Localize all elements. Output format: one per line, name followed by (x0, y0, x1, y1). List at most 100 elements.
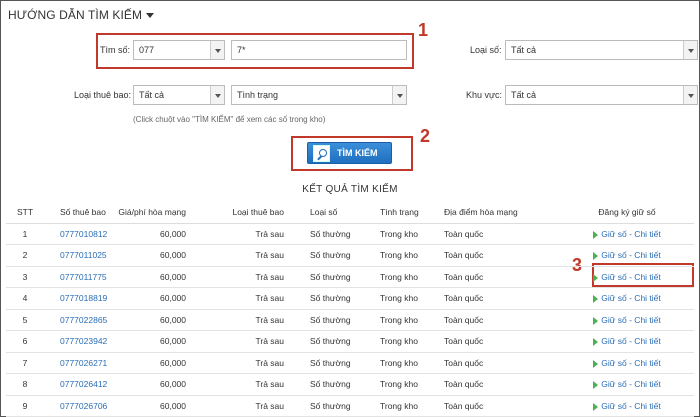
row-number-link[interactable]: 0777011775 (44, 266, 114, 288)
status-value: Tình trạng (237, 90, 279, 100)
row-status: Trong kho (372, 373, 440, 396)
row-number-link[interactable]: 0777026271 (44, 352, 114, 374)
register-link-label[interactable]: Giữ số - Chi tiết (601, 250, 661, 260)
number-type-value: Tất cả (511, 45, 537, 55)
row-subscriber-type: Trả sau (196, 223, 302, 245)
col-fee: Giá/phí hòa mạng (114, 201, 196, 224)
row-register-link[interactable]: Giữ số - Chi tiết (560, 330, 694, 353)
row-number-type: Số thường (302, 244, 372, 267)
status-select[interactable]: Tình trạng (231, 85, 407, 105)
caret-down-icon (146, 13, 155, 19)
row-number-type: Số thường (302, 287, 372, 310)
row-stt: 7 (6, 352, 44, 374)
row-number-type: Số thường (302, 373, 372, 396)
row-number-type: Số thường (302, 266, 372, 288)
row-location: Toàn quốc (440, 395, 560, 417)
row-number-link[interactable]: 0777018819 (44, 287, 114, 310)
row-status: Trong kho (372, 309, 440, 331)
row-subscriber-type: Trả sau (196, 309, 302, 331)
row-register-link[interactable]: Giữ số - Chi tiết (560, 266, 694, 288)
table-header-row: STT Số thuê bao Giá/phí hòa mạng Loại th… (6, 201, 694, 224)
row-stt: 8 (6, 373, 44, 396)
row-register-link[interactable]: Giữ số - Chi tiết (560, 373, 694, 396)
row-subscriber-type: Trả sau (196, 395, 302, 417)
table-row: 4 0777018819 60,000 Trả sau Số thường Trong k… (6, 287, 694, 310)
row-register-link[interactable]: Giữ số - Chi tiết (560, 244, 694, 267)
row-number-link[interactable]: 0777023942 (44, 330, 114, 353)
register-link-label[interactable]: Giữ số - Chi tiết (601, 293, 661, 303)
play-arrow-icon (593, 230, 599, 239)
play-arrow-icon (593, 295, 599, 303)
region-label: Khu vực: (466, 90, 503, 100)
row-fee: 60,000 (114, 223, 196, 245)
row-register-link[interactable]: Giữ số - Chi tiết (560, 223, 694, 245)
annotation-step-1: 1 (418, 20, 429, 40)
table-row: 3 0777011775 60,000 Trả sau Số thường Trong k… (6, 266, 694, 288)
row-register-link[interactable]: Giữ số - Chi tiết (560, 395, 694, 417)
row-register-link[interactable]: Giữ số - Chi tiết (560, 287, 694, 310)
annotation-step-2: 2 (420, 126, 431, 146)
table-row: 8 0777026412 60,000 Trả sau Số thường Trong k… (6, 373, 694, 396)
subscriber-type-select[interactable]: Tất cả (133, 85, 225, 105)
chevron-down-icon (683, 41, 697, 59)
row-status: Trong kho (372, 223, 440, 245)
row-number-link[interactable]: 0777026706 (44, 395, 114, 417)
number-type-select[interactable]: Tất cả (505, 40, 698, 60)
row-fee: 60,000 (114, 352, 196, 374)
row-subscriber-type: Trả sau (196, 244, 302, 267)
register-link-label[interactable]: Giữ số - Chi tiết (601, 401, 661, 411)
row-register-link[interactable]: Giữ số - Chi tiết (560, 352, 694, 374)
register-link-label[interactable]: Giữ số - Chi tiết (601, 358, 661, 368)
row-status: Trong kho (372, 266, 440, 288)
row-register-link[interactable]: Giữ số - Chi tiết (560, 309, 694, 331)
row-number-link[interactable]: 0777010812 (44, 223, 114, 245)
row-stt: 2 (6, 244, 44, 267)
row-number-type: Số thường (302, 395, 372, 417)
play-arrow-icon (593, 316, 599, 325)
results-table: STT Số thuê bao Giá/phí hòa mạng Loại th… (6, 201, 694, 417)
row-fee: 60,000 (114, 373, 196, 396)
register-link-label[interactable]: Giữ số - Chi tiết (601, 229, 661, 239)
annotation-box-2 (291, 136, 413, 171)
row-number-type: Số thường (302, 352, 372, 374)
region-select[interactable]: Tất cả (505, 85, 698, 105)
search-hint: (Click chuột vào "TÌM KIẾM" để xem các s… (133, 115, 326, 124)
chevron-down-icon (683, 86, 697, 104)
row-fee: 60,000 (114, 330, 196, 353)
register-link-label[interactable]: Giữ số - Chi tiết (601, 315, 661, 325)
results-title: KẾT QUẢ TÌM KIẾM (302, 184, 398, 195)
table-row: 2 0777011025 60,000 Trả sau Số thường Trong k… (6, 244, 694, 267)
row-location: Toàn quốc (440, 223, 560, 245)
table-row: 7 0777026271 60,000 Trả sau Số thường Trong k… (6, 352, 694, 374)
row-status: Trong kho (372, 395, 440, 417)
row-number-link[interactable]: 0777026412 (44, 373, 114, 396)
row-status: Trong kho (372, 244, 440, 267)
col-register: Đăng ký giữ số (560, 201, 694, 224)
play-arrow-icon (593, 338, 599, 346)
register-link-label[interactable]: Giữ số - Chi tiết (601, 336, 661, 346)
chevron-down-icon (210, 86, 224, 104)
guide-toggle[interactable]: HƯỚNG DẪN TÌM KIẾM (8, 8, 155, 22)
row-number-link[interactable]: 0777011025 (44, 244, 114, 267)
chevron-down-icon (392, 86, 406, 104)
col-location: Địa điểm hòa mạng (440, 201, 560, 224)
col-number-type: Loại số (302, 201, 372, 224)
row-stt: 6 (6, 330, 44, 353)
row-stt: 3 (6, 266, 44, 288)
register-link-label[interactable]: Giữ số - Chi tiết (601, 272, 661, 282)
row-status: Trong kho (372, 330, 440, 353)
region-value: Tất cả (511, 90, 537, 100)
row-fee: 60,000 (114, 309, 196, 331)
table-row: 5 0777022865 60,000 Trả sau Số thường Trong k… (6, 309, 694, 331)
row-location: Toàn quốc (440, 287, 560, 310)
table-row: 1 0777010812 60,000 Trả sau Số thường Trong k… (6, 223, 694, 245)
guide-title-text: HƯỚNG DẪN TÌM KIẾM (8, 8, 143, 22)
register-link-label[interactable]: Giữ số - Chi tiết (601, 379, 661, 389)
row-subscriber-type: Trả sau (196, 352, 302, 374)
row-stt: 5 (6, 309, 44, 331)
table-row: 6 0777023942 60,000 Trả sau Số thường Trong k… (6, 330, 694, 353)
row-stt: 9 (6, 395, 44, 417)
col-number: Số thuê bao (44, 201, 114, 224)
row-subscriber-type: Trả sau (196, 287, 302, 310)
row-number-link[interactable]: 0777022865 (44, 309, 114, 331)
